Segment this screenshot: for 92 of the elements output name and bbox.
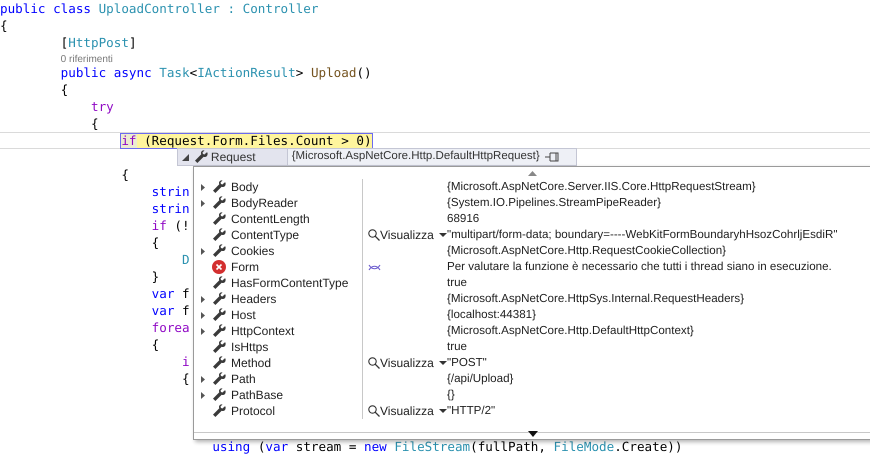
- property-name: HasFormContentType: [231, 275, 348, 292]
- wrench-icon: [212, 356, 226, 370]
- wrench-icon: [212, 404, 226, 418]
- search-icon: [368, 357, 380, 369]
- property-value: {Microsoft.AspNetCore.Server.IIS.Core.HttpRequestStream}: [447, 179, 756, 196]
- property-value: "POST": [447, 355, 487, 372]
- variable-value: {Microsoft.AspNetCore.Http.DefaultHttpRequest}: [292, 149, 540, 164]
- property-name: Method: [231, 355, 272, 372]
- variable-name: Request: [210, 149, 257, 166]
- code-line: {: [0, 17, 8, 34]
- code-line: {: [152, 336, 160, 353]
- wrench-icon: [212, 244, 226, 258]
- property-name: ContentLength: [231, 211, 310, 228]
- code-line: using (var stream = new FileStream(fullPath, FileMode.Create)): [212, 438, 682, 455]
- property-value: {}: [447, 387, 455, 404]
- dropdown-icon: [438, 233, 447, 237]
- property-name: ContentType: [231, 227, 300, 244]
- code-line: strin: [152, 200, 190, 217]
- property-value: {Microsoft.AspNetCore.Http.RequestCookieCollection}: [447, 243, 726, 260]
- property-value: true: [447, 339, 467, 356]
- property-value: {Microsoft.AspNetCore.Http.DefaultHttpContext}: [447, 323, 694, 340]
- wrench-icon: [212, 196, 226, 210]
- visualizer-button[interactable]: Visualizza: [368, 354, 447, 372]
- search-icon: [368, 229, 380, 241]
- property-name: Form: [231, 259, 259, 276]
- search-icon: [368, 405, 380, 417]
- code-line: }: [152, 268, 160, 285]
- property-value: {Microsoft.AspNetCore.HttpSys.Internal.RequestHeaders}: [447, 291, 744, 308]
- property-value: true: [447, 275, 467, 292]
- code-line: forea: [152, 319, 190, 336]
- property-name: Body: [231, 179, 258, 196]
- error-icon: [212, 260, 226, 274]
- wrench-icon: [212, 212, 226, 226]
- property-value: "multipart/form-data; boundary=----WebKitFormBoundaryhHsozCohrljEsdiR": [447, 227, 838, 244]
- scroll-down-icon[interactable]: [528, 431, 538, 437]
- code-line: var f: [152, 285, 190, 302]
- wrench-icon: [212, 276, 226, 290]
- wrench-icon: [212, 388, 226, 402]
- expand-icon[interactable]: [201, 296, 205, 302]
- pin-icon[interactable]: [544, 152, 559, 162]
- visualizer-button[interactable]: Visualizza: [368, 226, 447, 244]
- property-name: Headers: [231, 291, 276, 308]
- code-line: public class UploadController : Controller: [0, 0, 318, 17]
- code-line: public async Task<IActionResult> Upload(): [60, 64, 372, 81]
- property-value: 68916: [447, 211, 480, 228]
- code-line: strin: [152, 183, 190, 200]
- property-name: BodyReader: [231, 195, 298, 212]
- expand-icon[interactable]: [201, 200, 205, 206]
- property-value: {System.IO.Pipelines.StreamPipeReader}: [447, 195, 661, 212]
- code-line: {: [182, 370, 190, 387]
- code-line: {: [91, 115, 99, 132]
- code-line: try: [91, 98, 114, 115]
- wrench-icon: [212, 340, 226, 354]
- expand-icon[interactable]: [201, 392, 205, 398]
- property-name: Cookies: [231, 243, 274, 260]
- property-name: HttpContext: [231, 323, 294, 340]
- expand-icon[interactable]: [201, 328, 205, 334]
- wrench-icon: [212, 180, 226, 194]
- collapse-icon[interactable]: [182, 154, 190, 160]
- property-name: Path: [231, 371, 256, 388]
- property-value: {/api/Upload}: [447, 371, 514, 388]
- code-line: {: [152, 234, 160, 251]
- property-name: PathBase: [231, 387, 284, 404]
- refresh-icon[interactable]: [368, 264, 381, 270]
- code-line: [HttpPost]: [60, 34, 137, 51]
- wrench-icon: [212, 292, 226, 306]
- code-line: D: [182, 251, 190, 268]
- property-name: Protocol: [231, 403, 276, 420]
- dropdown-icon: [438, 409, 447, 413]
- code-line: var f: [152, 302, 190, 319]
- expand-icon[interactable]: [201, 248, 205, 254]
- reference-count[interactable]: 0 riferimenti: [60, 51, 113, 64]
- wrench-icon: [212, 308, 226, 322]
- wrench-icon: [212, 228, 226, 242]
- property-value: {localhost:44381}: [447, 307, 536, 324]
- expand-icon[interactable]: [201, 312, 205, 318]
- property-value: Per valutare la funzione è necessario che tutti i thread siano in esecuzione.: [447, 259, 832, 276]
- expand-icon[interactable]: [201, 184, 205, 190]
- wrench-icon: [212, 372, 226, 386]
- property-name: Host: [231, 307, 256, 324]
- code-line: if (!: [152, 217, 190, 234]
- code-line: i: [182, 353, 190, 370]
- code-line: {: [121, 166, 129, 183]
- code-line: {: [60, 81, 68, 98]
- wrench-icon: [194, 150, 208, 164]
- expand-icon[interactable]: [201, 376, 205, 382]
- dropdown-icon: [438, 361, 447, 365]
- property-value: "HTTP/2": [447, 403, 496, 420]
- wrench-icon: [212, 324, 226, 338]
- visualizer-button[interactable]: Visualizza: [368, 402, 447, 420]
- scroll-up-icon[interactable]: [528, 171, 537, 176]
- property-name: IsHttps: [231, 339, 268, 356]
